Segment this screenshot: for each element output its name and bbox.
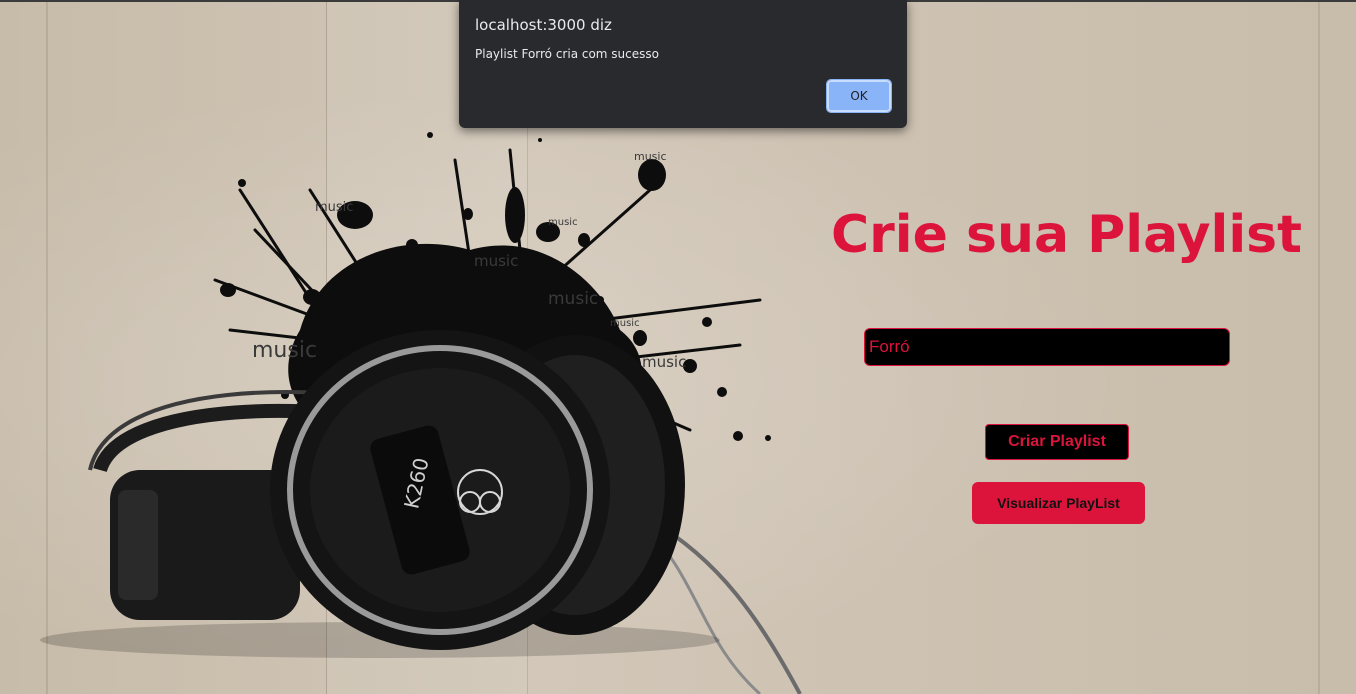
- create-playlist-button[interactable]: Criar Playlist: [985, 424, 1129, 460]
- splash-word: music: [252, 338, 317, 363]
- splash-word: music: [634, 150, 667, 163]
- alert-ok-button[interactable]: OK: [826, 79, 892, 113]
- background-paper-edge-right: [1318, 2, 1320, 694]
- view-playlist-button[interactable]: Visualizar PlayList: [972, 482, 1145, 524]
- splash-word: music: [642, 353, 686, 371]
- splash-word: music: [548, 289, 598, 309]
- alert-origin: localhost:3000 diz: [475, 16, 612, 34]
- playlist-name-input[interactable]: [864, 328, 1230, 366]
- splash-word: music: [610, 318, 640, 329]
- page-title: Crie sua Playlist: [831, 205, 1302, 265]
- alert-dialog: localhost:3000 diz Playlist Forró cria c…: [459, 0, 907, 128]
- alert-message: Playlist Forró cria com sucesso: [475, 47, 659, 61]
